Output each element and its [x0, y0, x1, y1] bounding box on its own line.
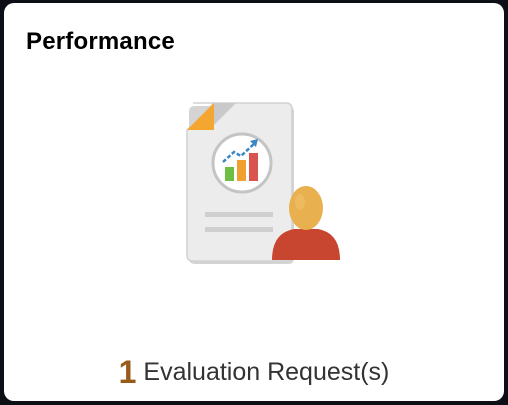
performance-tile[interactable]: Performance 1 Evaluation Request(s) — [4, 3, 504, 401]
tile-title: Performance — [26, 28, 175, 55]
evaluation-count-label: Evaluation Request(s) — [143, 358, 390, 386]
tile-count-line: 1 Evaluation Request(s) — [4, 354, 504, 391]
evaluation-count: 1 — [118, 354, 137, 390]
tile-frame: Performance 1 Evaluation Request(s) — [0, 0, 508, 405]
performance-document-icon — [184, 100, 344, 265]
